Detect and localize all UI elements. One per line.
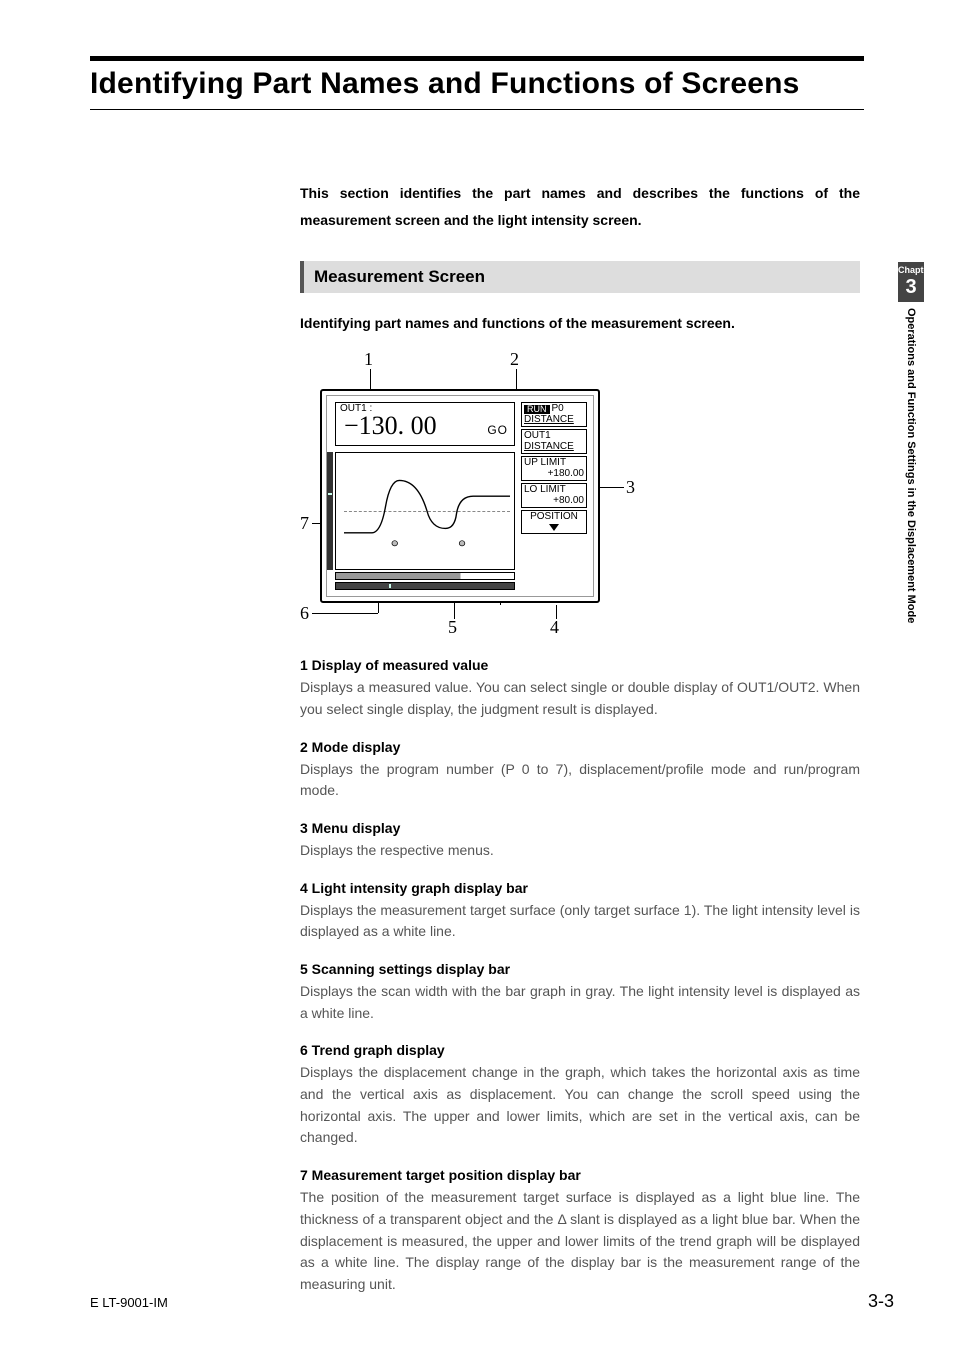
uplimit-val: +180.00 xyxy=(524,469,584,480)
item: 2 Mode display Displays the program numbe… xyxy=(300,739,860,802)
callout-3: 3 xyxy=(626,477,635,498)
item-body: The position of the measurement target s… xyxy=(300,1187,860,1295)
callout-1: 1 xyxy=(364,349,373,370)
item-body: Displays the respective menus. xyxy=(300,840,860,862)
measurement-screen-figure: 1 2 3 4 5 6 7 OUT1 : xyxy=(300,349,650,639)
intro-text: This section identifies the part names a… xyxy=(300,180,860,233)
intensity-bar xyxy=(335,582,515,590)
item-title: 3 Menu display xyxy=(300,820,860,836)
chapter-label: Chapter xyxy=(898,262,924,276)
footer-page-number: 3-3 xyxy=(868,1291,894,1312)
callout-7: 7 xyxy=(300,513,309,534)
item-title: 4 Light intensity graph display bar xyxy=(300,880,860,896)
item-body: Displays the displacement change in the … xyxy=(300,1062,860,1149)
lolimit-val: +80.00 xyxy=(524,496,584,507)
item-title: 7 Measurement target position display ba… xyxy=(300,1167,860,1183)
measured-value: −130. 00 xyxy=(336,411,437,441)
callout-2: 2 xyxy=(510,349,519,370)
item-body: Displays the program number (P 0 to 7), … xyxy=(300,759,860,802)
item-title: 5 Scanning settings display bar xyxy=(300,961,860,977)
out1-sub: DISTANCE xyxy=(524,442,584,453)
footer-doc-id: E LT-9001-IM xyxy=(90,1295,168,1310)
chapter-title: Operations and Function Settings in the … xyxy=(898,302,923,672)
run-badge: RUN xyxy=(524,405,550,414)
item: 4 Light intensity graph display bar Displ… xyxy=(300,880,860,943)
item: 6 Trend graph display Displays the displa… xyxy=(300,1042,860,1149)
item-body: Displays a measured value. You can selec… xyxy=(300,677,860,720)
chapter-tab: Chapter 3 Operations and Function Settin… xyxy=(898,262,924,682)
page-title: Identifying Part Names and Functions of … xyxy=(90,67,864,110)
callout-6: 6 xyxy=(300,603,309,624)
item: 7 Measurement target position display ba… xyxy=(300,1167,860,1295)
mode-distance: DISTANCE xyxy=(524,415,584,426)
item-list: 1 Display of measured value Displays a me… xyxy=(300,657,860,1295)
uplimit-box: UP LIMIT +180.00 xyxy=(521,456,587,481)
lolimit-box: LO LIMIT +80.00 xyxy=(521,483,587,508)
scan-bar xyxy=(335,572,515,580)
item: 3 Menu display Displays the respective me… xyxy=(300,820,860,862)
position-box: POSITION xyxy=(521,510,587,534)
item-body: Displays the measurement target surface … xyxy=(300,900,860,943)
position-label: POSITION xyxy=(530,512,578,523)
go-label: GO xyxy=(487,423,508,437)
item: 1 Display of measured value Displays a me… xyxy=(300,657,860,720)
out1-box: OUT1 DISTANCE xyxy=(521,429,587,454)
item: 5 Scanning settings display bar Displays … xyxy=(300,961,860,1024)
item-title: 1 Display of measured value xyxy=(300,657,860,673)
callout-4: 4 xyxy=(550,617,559,638)
chapter-number: 3 xyxy=(898,276,924,302)
down-arrow-icon xyxy=(549,524,559,531)
mode-box: RUN P0 DISTANCE xyxy=(521,402,587,427)
item-title: 2 Mode display xyxy=(300,739,860,755)
sub-intro-text: Identifying part names and functions of … xyxy=(300,315,860,331)
item-body: Displays the scan width with the bar gra… xyxy=(300,981,860,1024)
trend-graph xyxy=(335,452,515,570)
section-heading: Measurement Screen xyxy=(300,261,860,293)
item-title: 6 Trend graph display xyxy=(300,1042,860,1058)
callout-5: 5 xyxy=(448,617,457,638)
